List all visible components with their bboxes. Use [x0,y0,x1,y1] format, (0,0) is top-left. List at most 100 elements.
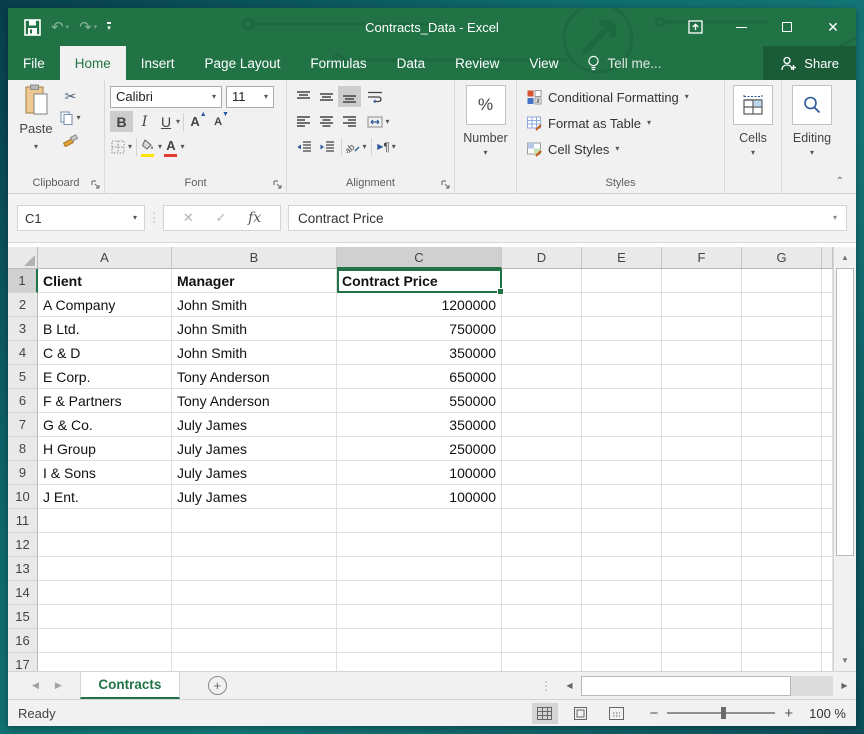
cell-stub-10[interactable] [822,485,833,509]
text-direction-dropdown-icon[interactable]: ▾ [392,143,396,151]
cell-C3[interactable]: 750000 [337,317,502,341]
align-left-button[interactable] [292,111,315,132]
cell-A6[interactable]: F & Partners [38,389,172,413]
cells-dropdown-icon[interactable]: ▾ [751,149,755,157]
tab-home[interactable]: Home [60,46,126,80]
cell-E16[interactable] [582,629,662,653]
cell-D14[interactable] [502,581,582,605]
tab-formulas[interactable]: Formulas [295,46,381,80]
cell-G16[interactable] [742,629,822,653]
cell-D16[interactable] [502,629,582,653]
increase-font-size-button[interactable]: A ▲ [187,111,210,132]
text-direction-button[interactable]: ▶ ¶ ▾ [375,136,398,157]
cell-E12[interactable] [582,533,662,557]
tab-insert[interactable]: Insert [126,46,190,80]
cell-F15[interactable] [662,605,742,629]
ribbon-display-options-button[interactable] [672,8,718,46]
cell-C13[interactable] [337,557,502,581]
decrease-indent-button[interactable] [292,136,315,157]
new-sheet-button[interactable]: + [208,676,227,695]
middle-align-button[interactable] [315,86,338,107]
bold-button[interactable]: B [110,111,133,132]
cell-C14[interactable] [337,581,502,605]
cell-A2[interactable]: A Company [38,293,172,317]
sheet-tab-contracts[interactable]: Contracts [80,672,180,699]
cell-F14[interactable] [662,581,742,605]
cell-stub-1[interactable] [822,269,833,293]
cell-A3[interactable]: B Ltd. [38,317,172,341]
cell-F13[interactable] [662,557,742,581]
cell-G1[interactable] [742,269,822,293]
name-box-dropdown-icon[interactable]: ▾ [133,214,137,222]
format-as-table-dropdown-icon[interactable]: ▾ [647,119,651,127]
cell-stub-12[interactable] [822,533,833,557]
cell-stub-5[interactable] [822,365,833,389]
row-header-1[interactable]: 1 [8,269,38,293]
tab-page-layout[interactable]: Page Layout [190,46,296,80]
cell-D2[interactable] [502,293,582,317]
cell-A17[interactable] [38,653,172,671]
cell-F10[interactable] [662,485,742,509]
cell-D13[interactable] [502,557,582,581]
horizontal-scrollbar[interactable]: ◀ ▶ [558,672,856,699]
normal-view-button[interactable] [532,703,558,724]
cell-A11[interactable] [38,509,172,533]
formula-bar-separator-dots[interactable]: ⋮ [145,210,163,226]
row-header-2[interactable]: 2 [8,293,38,317]
cell-G4[interactable] [742,341,822,365]
cell-G17[interactable] [742,653,822,671]
cell-A12[interactable] [38,533,172,557]
formula-bar-expand-icon[interactable]: ▾ [833,214,837,222]
cell-stub-7[interactable] [822,413,833,437]
zoom-slider-thumb[interactable] [721,707,726,719]
cell-A5[interactable]: E Corp. [38,365,172,389]
cell-E15[interactable] [582,605,662,629]
cell-A1[interactable]: Client [38,269,172,293]
cell-E9[interactable] [582,461,662,485]
cell-stub-14[interactable] [822,581,833,605]
cell-B14[interactable] [172,581,337,605]
cell-C10[interactable]: 100000 [337,485,502,509]
column-header-C[interactable]: C [337,247,502,269]
tab-file[interactable]: File [8,46,60,80]
cell-D6[interactable] [502,389,582,413]
row-header-11[interactable]: 11 [8,509,38,533]
cell-D15[interactable] [502,605,582,629]
cell-G10[interactable] [742,485,822,509]
cell-A14[interactable] [38,581,172,605]
tab-data[interactable]: Data [382,46,441,80]
insert-function-icon[interactable]: fx [248,210,261,226]
formula-bar[interactable]: Contract Price ▾ [288,205,847,231]
cell-stub-13[interactable] [822,557,833,581]
fill-color-button[interactable]: ▾ [140,136,163,157]
cell-styles-button[interactable]: Cell Styles ▾ [520,136,719,162]
tell-me-box[interactable]: Tell me... [573,46,675,80]
cancel-icon[interactable]: ✕ [183,210,194,226]
top-align-button[interactable] [292,86,315,107]
collapse-ribbon-icon[interactable]: ⌃ [836,176,844,187]
cell-stub-11[interactable] [822,509,833,533]
vertical-scrollbar-track[interactable] [834,556,856,650]
cell-D7[interactable] [502,413,582,437]
cell-E8[interactable] [582,437,662,461]
cell-E3[interactable] [582,317,662,341]
cell-C12[interactable] [337,533,502,557]
cell-F3[interactable] [662,317,742,341]
cell-B1[interactable]: Manager [172,269,337,293]
column-header-E[interactable]: E [582,247,662,269]
paste-dropdown-icon[interactable]: ▾ [34,142,38,151]
conditional-formatting-button[interactable]: Conditional Formatting ▾ [520,84,719,110]
tab-review[interactable]: Review [440,46,514,80]
cell-B10[interactable]: July James [172,485,337,509]
row-header-10[interactable]: 10 [8,485,38,509]
orientation-dropdown-icon[interactable]: ▾ [362,143,366,151]
cut-button[interactable]: ✂ [59,86,82,106]
cell-D12[interactable] [502,533,582,557]
cell-stub-8[interactable] [822,437,833,461]
font-dialog-launcher[interactable] [273,180,283,190]
cell-E13[interactable] [582,557,662,581]
cell-A15[interactable] [38,605,172,629]
column-header-A[interactable]: A [38,247,172,269]
cell-D9[interactable] [502,461,582,485]
number-dropdown-icon[interactable]: ▾ [483,149,487,157]
